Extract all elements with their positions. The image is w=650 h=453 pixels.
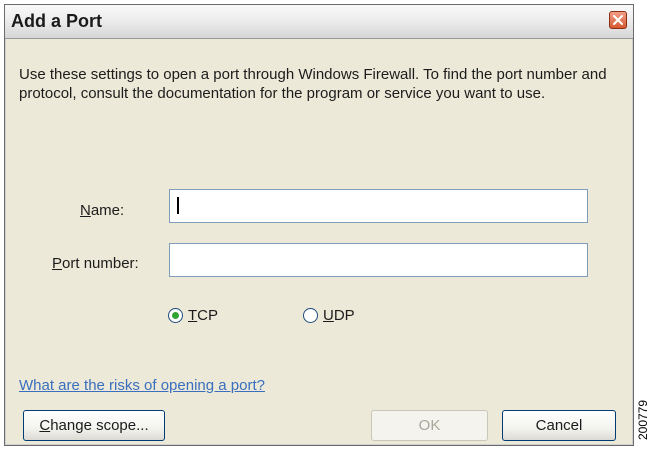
close-icon bbox=[613, 15, 623, 25]
ok-button[interactable]: OK bbox=[371, 410, 488, 441]
udp-radio[interactable]: UDP bbox=[303, 307, 355, 324]
text-caret bbox=[177, 197, 179, 214]
title-bar[interactable]: Add a Port bbox=[5, 5, 633, 39]
cancel-button[interactable]: Cancel bbox=[502, 410, 616, 441]
cancel-label: Cancel bbox=[535, 417, 583, 434]
add-port-dialog: Add a Port Use these settings to open a … bbox=[4, 4, 634, 446]
description-text: Use these settings to open a port throug… bbox=[19, 66, 607, 102]
udp-label: UDP bbox=[323, 307, 355, 324]
name-label: Name: bbox=[80, 202, 124, 219]
name-label-rest: ame: bbox=[90, 202, 125, 219]
risks-link[interactable]: What are the risks of opening a port? bbox=[19, 377, 265, 394]
tcp-radio[interactable]: TCP bbox=[168, 307, 218, 324]
figure-number-text: 200779 bbox=[636, 399, 650, 441]
tcp-label: TCP bbox=[188, 307, 219, 324]
port-number-label-accel: P bbox=[52, 255, 63, 272]
port-number-input[interactable] bbox=[169, 243, 588, 277]
tcp-radio-circle bbox=[168, 308, 183, 323]
close-button[interactable] bbox=[609, 11, 627, 29]
dialog-title: Add a Port bbox=[11, 11, 103, 31]
udp-radio-circle bbox=[303, 308, 318, 323]
name-input[interactable] bbox=[169, 189, 588, 223]
change-scope-label: Change scope... bbox=[39, 417, 149, 434]
change-scope-button[interactable]: Change scope... bbox=[23, 410, 165, 441]
figure-number: 200779 bbox=[636, 392, 650, 448]
port-number-label-rest: ort number: bbox=[62, 255, 139, 272]
name-label-accel: N bbox=[80, 202, 91, 219]
ok-label: OK bbox=[418, 417, 441, 434]
port-number-label: Port number: bbox=[52, 255, 139, 272]
radio-selected-dot bbox=[172, 312, 179, 319]
